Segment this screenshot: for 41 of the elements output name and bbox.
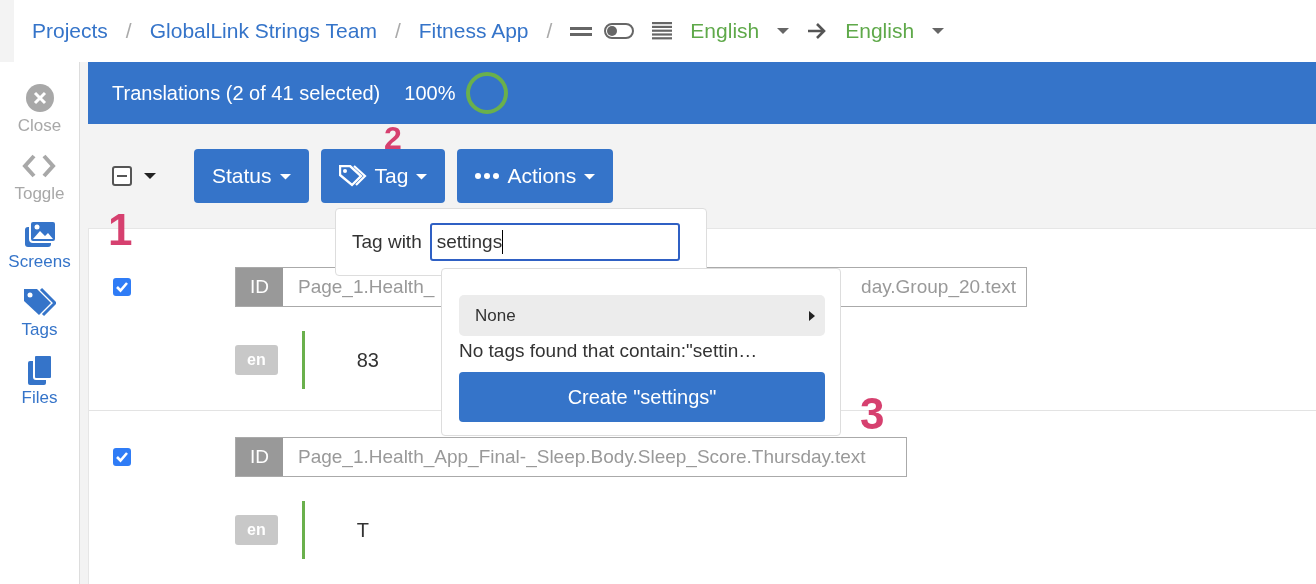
breadcrumb-link[interactable]: Projects xyxy=(32,19,108,43)
arrow-right-icon xyxy=(807,22,828,40)
create-tag-button[interactable]: Create "settings" xyxy=(459,372,825,422)
tag-with-label: Tag with xyxy=(352,231,422,253)
id-field[interactable]: ID Page_1.Health_App_Final-_Sleep.Body.Sleep_Score.Thursday.text xyxy=(235,437,907,477)
sidebar-item[interactable]: Files xyxy=(21,354,58,408)
breadcrumb-separator: / xyxy=(546,19,553,43)
lines-icon[interactable] xyxy=(652,22,673,40)
caret-icon[interactable] xyxy=(144,172,156,180)
step-number: 1 xyxy=(108,208,133,252)
caret-icon xyxy=(279,172,291,180)
target-language-select[interactable]: English xyxy=(845,19,915,43)
actions-button[interactable]: Actions xyxy=(457,149,614,203)
equals-icon[interactable] xyxy=(570,24,593,38)
tag-icon xyxy=(338,165,367,187)
dots-icon xyxy=(475,173,500,179)
caret-icon xyxy=(416,172,428,180)
translation-text: 83 xyxy=(356,348,379,372)
view-toggle[interactable] xyxy=(604,23,635,39)
caret-icon xyxy=(584,172,596,180)
translation-text: T xyxy=(356,518,369,542)
tag-option[interactable]: None xyxy=(459,295,825,336)
breadcrumb-link[interactable]: Fitness App xyxy=(418,19,529,43)
sidebar-item[interactable]: Screens xyxy=(8,218,71,272)
step-number: 3 xyxy=(860,392,885,436)
caret-icon xyxy=(809,310,815,321)
breadcrumb-separator: / xyxy=(394,19,401,43)
status-button[interactable]: Status xyxy=(194,149,309,203)
source-language-select[interactable]: English xyxy=(690,19,760,43)
progress-percent: 100% xyxy=(404,81,456,105)
breadcrumb-link[interactable]: GlobalLink Strings Team xyxy=(149,19,377,43)
tag-button[interactable]: Tag xyxy=(320,149,446,203)
tags-icon xyxy=(22,286,57,318)
select-all-checkbox[interactable] xyxy=(112,166,132,186)
no-tags-message: No tags found that contain:"settin… xyxy=(459,340,759,362)
tag-input-field[interactable]: settings xyxy=(429,223,680,261)
sidebar-item[interactable]: Tags xyxy=(21,286,58,340)
breadcrumb-separator: / xyxy=(125,19,132,43)
row-checkbox[interactable] xyxy=(113,278,131,296)
header-title: Translations (2 of 41 selected) xyxy=(112,81,381,105)
row-checkbox[interactable] xyxy=(113,448,131,466)
